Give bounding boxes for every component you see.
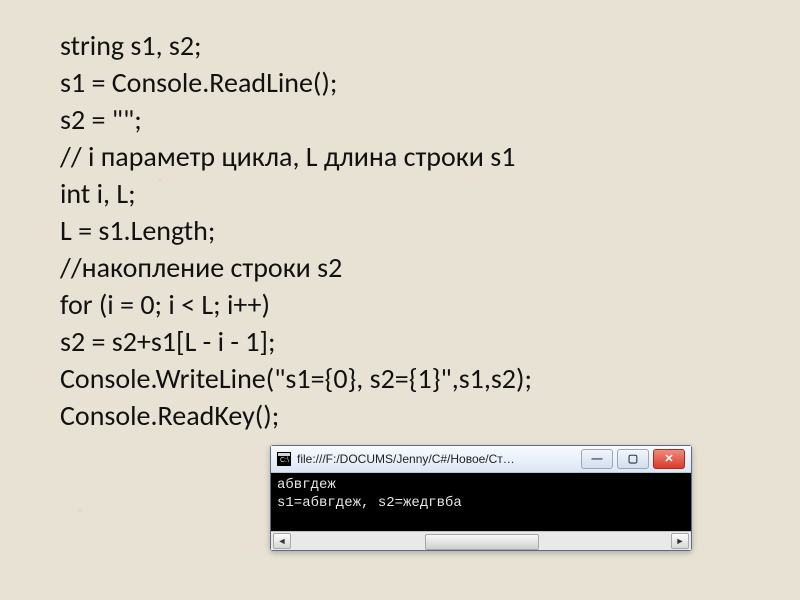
close-icon: ✕ bbox=[664, 454, 673, 465]
code-line: //накопление строки s2 bbox=[60, 250, 342, 285]
scroll-track[interactable] bbox=[294, 534, 668, 548]
console-line: s1=абвгдеж, s2=жедгвба bbox=[277, 495, 462, 511]
code-line: string s1, s2; bbox=[60, 28, 202, 63]
minimize-button[interactable]: — bbox=[581, 449, 613, 469]
svg-text:C:\: C:\ bbox=[280, 457, 289, 464]
code-line: Console.WriteLine("s1={0}, s2={1}",s1,s2… bbox=[60, 361, 532, 396]
scroll-right-button[interactable]: ► bbox=[671, 533, 689, 549]
code-block: string s1, s2; s1 = Console.ReadLine(); … bbox=[0, 0, 800, 434]
console-window: C:\ file:///F:/DOCUMS/Jenny/C#/Новое/Ст…… bbox=[270, 445, 692, 551]
maximize-icon: ▢ bbox=[628, 454, 638, 465]
maximize-button[interactable]: ▢ bbox=[617, 449, 649, 469]
scroll-thumb[interactable] bbox=[425, 534, 539, 550]
code-line: // i параметр цикла, L длина строки s1 bbox=[60, 139, 515, 174]
code-line: Console.ReadKey(); bbox=[60, 398, 279, 433]
console-app-icon: C:\ bbox=[277, 452, 291, 466]
console-line: абвгдеж bbox=[277, 477, 336, 493]
code-line: L = s1.Length; bbox=[60, 213, 215, 248]
code-line: s1 = Console.ReadLine(); bbox=[60, 65, 337, 100]
minimize-icon: — bbox=[592, 454, 603, 465]
horizontal-scrollbar[interactable]: ◄ ► bbox=[271, 531, 691, 550]
chevron-right-icon: ► bbox=[676, 536, 685, 546]
window-buttons: — ▢ ✕ bbox=[581, 449, 685, 469]
scroll-left-button[interactable]: ◄ bbox=[273, 533, 291, 549]
code-line: for (i = 0; i < L; i++) bbox=[60, 287, 270, 322]
code-line: s2 = s2+s1[L - i - 1]; bbox=[60, 324, 276, 359]
close-button[interactable]: ✕ bbox=[653, 449, 685, 469]
window-title: file:///F:/DOCUMS/Jenny/C#/Новое/Ст… bbox=[297, 452, 575, 466]
chevron-left-icon: ◄ bbox=[278, 536, 287, 546]
console-output: абвгдеж s1=абвгдеж, s2=жедгвба bbox=[271, 473, 691, 531]
code-line: s2 = ""; bbox=[60, 102, 142, 137]
window-titlebar[interactable]: C:\ file:///F:/DOCUMS/Jenny/C#/Новое/Ст…… bbox=[271, 446, 691, 473]
code-line: int i, L; bbox=[60, 176, 136, 211]
